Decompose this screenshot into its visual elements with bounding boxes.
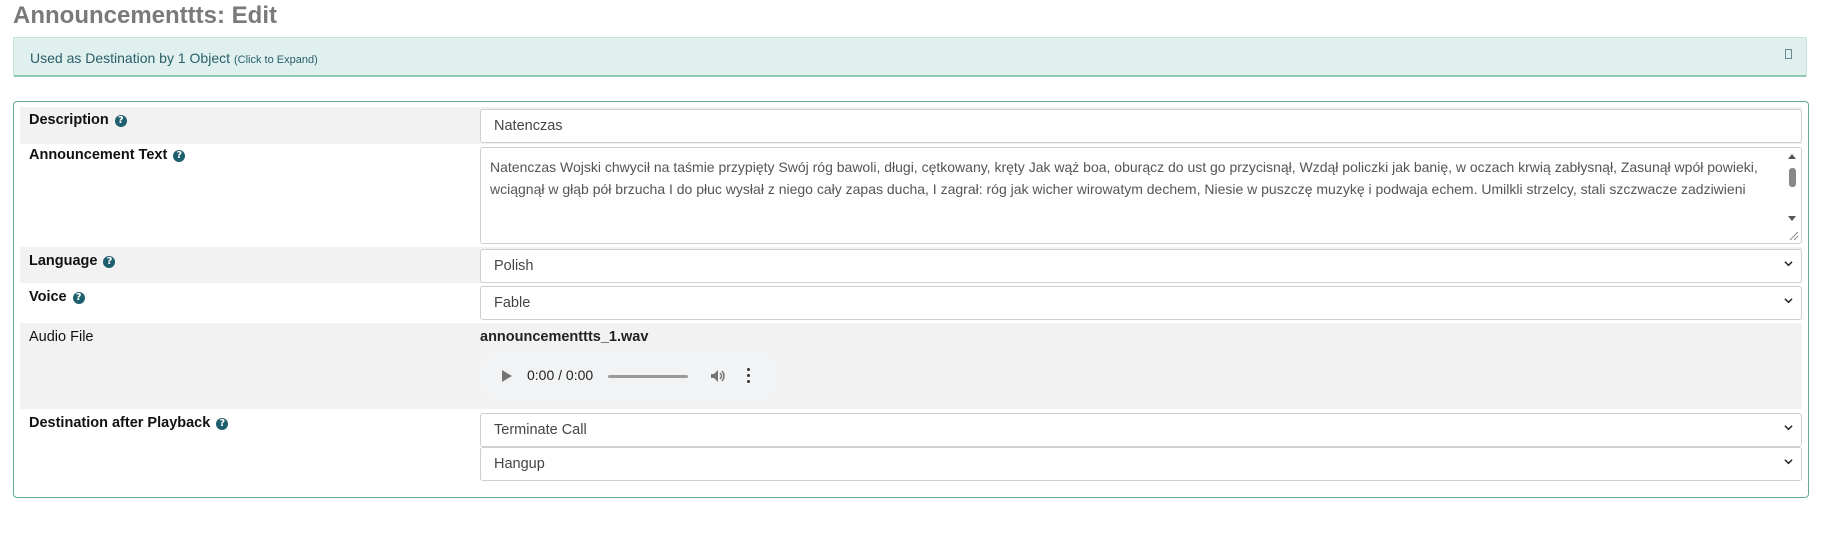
help-icon[interactable]: ? xyxy=(103,256,116,268)
audio-file-name: announcementtts_1.wav xyxy=(480,329,649,345)
destination-target-select[interactable]: Hangup xyxy=(480,447,1802,481)
language-select[interactable]: Polish xyxy=(480,249,1802,283)
play-icon[interactable] xyxy=(502,370,512,382)
help-icon[interactable]: ? xyxy=(216,418,229,430)
destination-row: Destination after Playback? Terminate Ca… xyxy=(20,409,1802,493)
voice-selected: Fable xyxy=(494,295,531,311)
click-to-expand-hint: (Click to Expand) xyxy=(234,54,318,66)
destination-target-selected: Hangup xyxy=(494,456,545,472)
description-row: Description? Natenczas xyxy=(20,107,1802,144)
audio-time: 0:00 / 0:00 xyxy=(527,367,594,383)
chevron-down-icon xyxy=(1784,298,1793,304)
announcement-text-textarea[interactable]: Natenczas Wojski chwycił na taśmie przyp… xyxy=(480,147,1802,244)
help-icon[interactable]: ? xyxy=(173,150,186,162)
destination-usage-text: Used as Destination by 1 Object (Click to… xyxy=(30,50,318,66)
help-icon[interactable]: ? xyxy=(114,115,127,127)
language-label-text: Language xyxy=(29,253,98,269)
announcement-text-label: Announcement Text? xyxy=(29,147,186,163)
scrollbar-thumb[interactable] xyxy=(1789,168,1796,187)
destination-category-select[interactable]: Terminate Call xyxy=(480,413,1802,447)
audio-file-row: Audio File announcementtts_1.wav 0:00 / … xyxy=(20,323,1802,409)
voice-label: Voice? xyxy=(29,289,85,305)
voice-label-text: Voice xyxy=(29,289,67,305)
audio-file-label: Audio File xyxy=(29,329,94,345)
expand-toggle-icon[interactable] xyxy=(1785,49,1792,59)
audio-progress-slider[interactable] xyxy=(608,375,688,378)
description-label-text: Description xyxy=(29,112,109,128)
language-row: Language? Polish xyxy=(20,247,1802,283)
chevron-down-icon xyxy=(1784,459,1793,465)
volume-icon[interactable] xyxy=(710,369,726,383)
page-title: Announcementtts: Edit xyxy=(13,2,277,29)
destination-category-selected: Terminate Call xyxy=(494,422,587,438)
announcement-text-value: Natenczas Wojski chwycił na taśmie przyp… xyxy=(490,159,1758,197)
destination-label: Destination after Playback? xyxy=(29,415,229,431)
more-options-icon[interactable] xyxy=(746,368,750,384)
announcement-text-label-text: Announcement Text xyxy=(29,147,168,163)
language-label: Language? xyxy=(29,253,116,269)
destination-label-text: Destination after Playback xyxy=(29,415,211,431)
audio-player: 0:00 / 0:00 xyxy=(480,349,780,403)
used-as-destination-panel[interactable]: Used as Destination by 1 Object (Click to… xyxy=(13,37,1807,77)
scrollbar-arrows-icon xyxy=(1788,154,1796,221)
description-label: Description? xyxy=(29,112,127,128)
resize-handle-icon[interactable] xyxy=(1787,229,1799,241)
help-icon[interactable]: ? xyxy=(72,292,85,304)
textarea-scrollbar[interactable] xyxy=(1785,150,1799,226)
voice-select[interactable]: Fable xyxy=(480,286,1802,320)
announcement-form: Description? Natenczas Announcement Text… xyxy=(13,101,1809,498)
chevron-down-icon xyxy=(1784,261,1793,267)
description-input[interactable]: Natenczas xyxy=(480,109,1802,143)
chevron-down-icon xyxy=(1784,425,1793,431)
destination-usage-label: Used as Destination by 1 Object xyxy=(30,50,230,66)
language-selected: Polish xyxy=(494,258,534,274)
voice-row: Voice? Fable xyxy=(20,283,1802,323)
announcement-text-row: Announcement Text? Natenczas Wojski chwy… xyxy=(20,144,1802,247)
